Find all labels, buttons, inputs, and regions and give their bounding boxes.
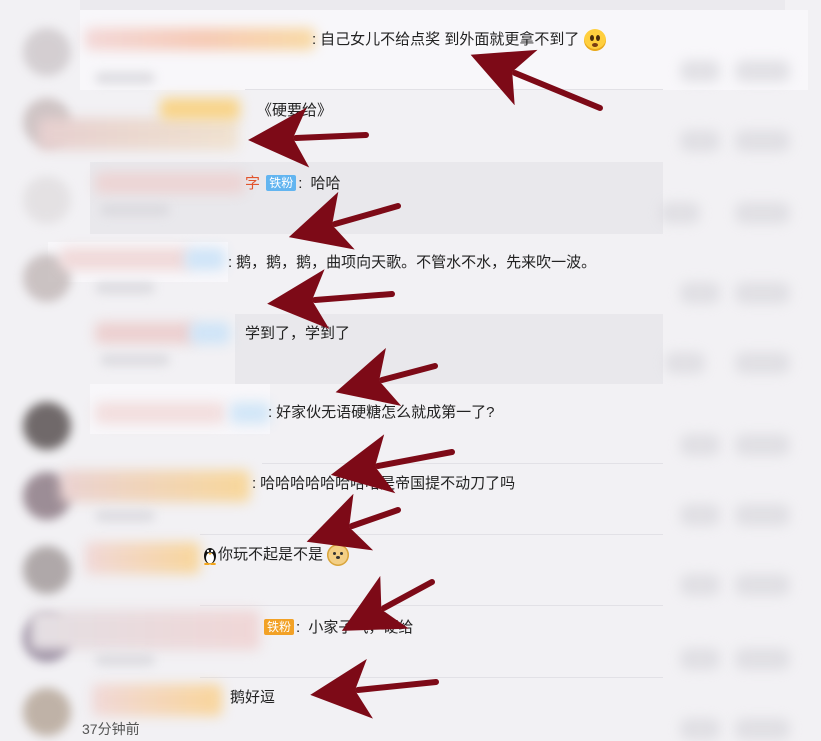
arrow-icon — [306, 493, 401, 551]
arrow-icon — [470, 49, 603, 111]
arrow-icon — [310, 658, 439, 719]
arrow-icon — [288, 191, 401, 250]
arrow-icon — [330, 434, 455, 494]
arrow-icon — [341, 575, 435, 631]
comment-feed: : 自己女儿不给点奖 到外面就更拿不到了 《硬要给》 字 铁粉: 哈哈: 鹅，… — [0, 0, 821, 741]
annotation-arrows — [248, 49, 603, 719]
arrow-icon — [248, 107, 369, 168]
arrow-icon — [335, 347, 438, 406]
arrow-icon — [267, 269, 395, 329]
